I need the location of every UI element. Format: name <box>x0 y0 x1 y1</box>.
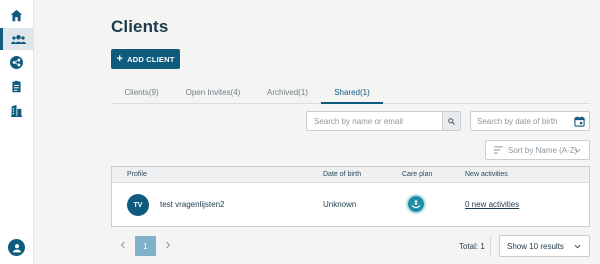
tab-open-invites[interactable]: Open Invites(4) <box>179 82 247 103</box>
search-field <box>306 111 461 131</box>
sort-label: Sort by Name (A-Z) <box>508 145 578 155</box>
date-of-birth-field <box>470 111 590 131</box>
search-button[interactable] <box>442 112 460 130</box>
share-icon <box>10 55 23 69</box>
chevron-right-icon <box>166 241 171 249</box>
date-of-birth-input[interactable] <box>471 112 569 130</box>
clients-table: Profile Date of birth Care plan New acti… <box>111 166 590 227</box>
tab-bar: Clients(9) Open Invites(4) Archived(1) S… <box>111 82 590 104</box>
sidebar-item-share[interactable] <box>0 51 33 73</box>
user-account-button[interactable] <box>8 239 25 256</box>
chevron-left-icon <box>120 241 125 249</box>
page-size-dropdown[interactable]: Show 10 results <box>499 235 590 257</box>
avatar: TV <box>127 194 149 216</box>
tab-clients[interactable]: Clients(9) <box>111 82 172 103</box>
client-date-of-birth: Unknown <box>323 200 357 209</box>
header-new-activities: New activities <box>465 171 508 178</box>
calendar-icon[interactable] <box>574 116 585 127</box>
chevron-down-icon <box>574 244 581 249</box>
sidebar-item-home[interactable] <box>0 4 33 26</box>
divider <box>490 236 491 256</box>
care-plan-icon <box>411 200 421 209</box>
sort-icon <box>494 146 503 154</box>
header-care-plan: Care plan <box>402 171 433 178</box>
sidebar-item-clipboard[interactable] <box>0 75 33 97</box>
next-page-button[interactable] <box>163 239 173 251</box>
clipboard-icon <box>12 80 21 92</box>
new-activities-link[interactable]: 0 new activities <box>465 200 519 209</box>
plus-icon: + <box>116 52 124 65</box>
tab-archived[interactable]: Archived(1) <box>258 82 317 103</box>
page-number-current[interactable]: 1 <box>135 236 156 256</box>
total-count: Total: 1 <box>459 242 485 251</box>
table-row[interactable]: TV test vragenlijsten2 Unknown 0 new act… <box>112 184 589 226</box>
sidebar <box>0 0 34 264</box>
home-icon <box>10 9 23 21</box>
search-input[interactable] <box>307 112 443 130</box>
chevron-down-icon <box>574 148 581 153</box>
clients-icon <box>10 34 26 44</box>
header-date-of-birth: Date of birth <box>323 171 362 178</box>
care-plan-button[interactable] <box>406 194 426 214</box>
sort-dropdown[interactable]: Sort by Name (A-Z) <box>485 140 590 160</box>
page-title: Clients <box>111 17 169 36</box>
tab-shared[interactable]: Shared(1) <box>321 82 383 104</box>
search-icon <box>448 117 455 125</box>
add-client-button[interactable]: + ADD CLIENT <box>111 49 180 69</box>
header-profile: Profile <box>127 171 147 178</box>
table-header: Profile Date of birth Care plan New acti… <box>112 167 589 183</box>
page-size-label: Show 10 results <box>507 241 564 251</box>
previous-page-button[interactable] <box>118 239 128 251</box>
sidebar-item-building[interactable] <box>0 99 33 121</box>
client-name[interactable]: test vragenlijsten2 <box>160 200 224 209</box>
user-icon <box>12 243 21 252</box>
add-client-label: ADD CLIENT <box>127 54 175 64</box>
sidebar-item-clients[interactable] <box>0 28 33 50</box>
building-icon <box>10 104 23 117</box>
